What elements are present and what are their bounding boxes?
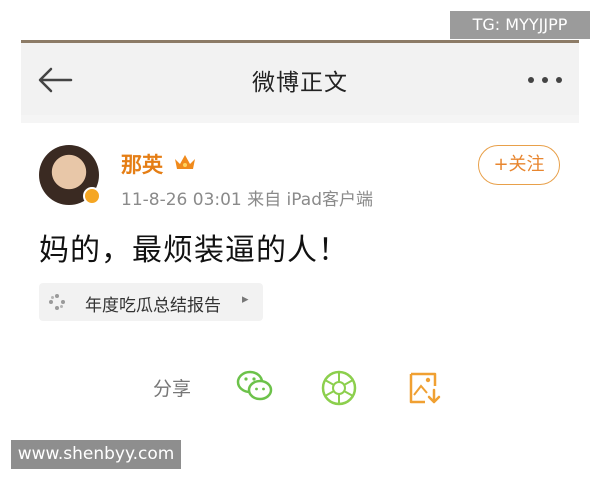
post-card: 那英 11-8-26 03:01 来自 iPad客户端 +关注 妈的，最烦装逼的… bbox=[21, 123, 579, 440]
page-title: 微博正文 bbox=[252, 70, 348, 96]
topic-label: 年度吃瓜总结报告 bbox=[85, 296, 221, 316]
topic-tag[interactable]: 年度吃瓜总结报告 ▸ bbox=[39, 283, 263, 321]
post-text: 妈的，最烦装逼的人！ bbox=[39, 233, 349, 268]
navbar: 微博正文 bbox=[21, 43, 579, 115]
post-meta: 11-8-26 03:01 来自 iPad客户端 bbox=[121, 185, 373, 210]
crown-icon[interactable] bbox=[173, 152, 197, 172]
wechat-icon[interactable] bbox=[235, 366, 275, 406]
post-source: 来自 iPad客户端 bbox=[247, 190, 373, 210]
weibo-post-screen: 微博正文 那英 11-8-26 03:01 来自 iPad客户端 +关注 妈的，… bbox=[21, 40, 579, 440]
follow-button[interactable]: +关注 bbox=[478, 145, 560, 185]
sparkle-icon bbox=[49, 294, 65, 310]
watermark-bottom: www.shenbyy.com bbox=[11, 440, 181, 469]
chevron-right-icon: ▸ bbox=[242, 292, 249, 307]
post-time: 11-8-26 03:01 bbox=[121, 190, 242, 210]
moments-icon[interactable] bbox=[319, 368, 359, 408]
verified-badge-icon bbox=[83, 187, 101, 205]
save-image-icon[interactable] bbox=[405, 368, 445, 408]
watermark-top: TG: MYYJJPP bbox=[450, 11, 590, 39]
author-name[interactable]: 那英 bbox=[121, 149, 163, 179]
avatar-container[interactable] bbox=[39, 145, 101, 205]
more-dots-icon[interactable] bbox=[525, 73, 565, 87]
share-label: 分享 bbox=[153, 378, 192, 400]
